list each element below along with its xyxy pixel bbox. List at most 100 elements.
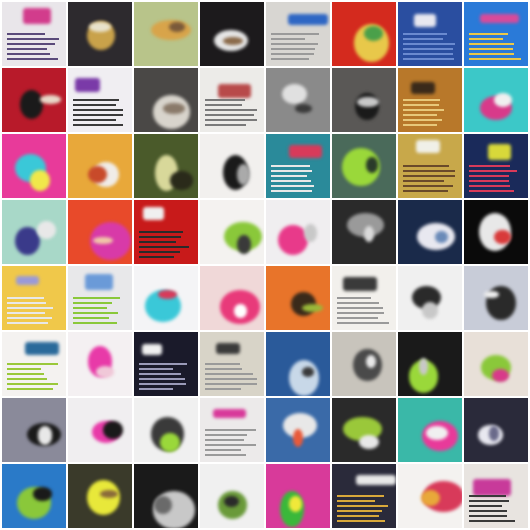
text-line [7,306,54,309]
text-line [337,520,385,523]
text-line [139,235,181,238]
text-line [337,510,383,513]
text-line [73,98,120,101]
image-tile [332,2,396,66]
image-tile [464,2,528,66]
text-line [7,301,46,304]
image-tile [398,134,462,198]
text-line [139,383,187,386]
text-line [73,301,113,304]
text-line [403,169,455,172]
image-tile [68,68,132,132]
object-highlight [37,426,53,445]
text-line [7,48,48,51]
text-line [205,367,243,370]
object-highlight [295,104,312,114]
text-line [271,53,315,56]
text-line [205,119,257,122]
text-line [205,108,257,111]
image-tile [332,134,396,198]
text-line [337,322,389,325]
text-line [7,42,55,45]
image-tile [2,68,66,132]
image-tile [134,266,198,330]
text-line [205,378,257,381]
text-line [469,164,511,167]
object-highlight [39,95,62,104]
color-block [143,207,165,220]
image-tile [464,134,528,198]
text-line [469,32,508,35]
text-line [403,185,453,188]
text-line [403,180,444,183]
text-line [337,301,380,304]
color-block [215,343,241,354]
color-block [416,140,440,153]
text-line [139,240,177,243]
text-line [139,388,173,391]
image-tile [200,200,264,264]
image-tile [134,398,198,462]
text-line [7,37,60,40]
color-block [288,14,328,26]
text-line [469,42,514,45]
color-block [213,408,246,418]
text-line [7,367,42,370]
text-line [469,499,509,502]
object-highlight [289,495,303,512]
object-shape [282,83,307,104]
image-tile [2,2,66,66]
object-highlight [36,220,57,239]
text-line [7,362,58,365]
text-line [469,190,515,193]
text-line [205,103,242,106]
object-highlight [89,21,111,33]
text-line [205,449,241,452]
image-tile [332,68,396,132]
image-tile [332,266,396,330]
text-line [205,372,254,375]
object-highlight [357,96,379,108]
object-highlight [422,302,438,319]
image-tile [398,398,462,462]
image-tile [134,464,198,528]
text-line [403,48,454,51]
text-line [7,296,45,299]
text-line [403,37,444,40]
text-line [271,164,311,167]
text-line [7,58,58,61]
image-tile [2,398,66,462]
object-highlight [93,236,114,245]
object-shape [15,226,40,255]
color-block [473,479,512,497]
image-tile [200,2,264,66]
text-line [337,306,383,309]
text-line [403,103,439,106]
text-line [469,37,503,40]
color-block [141,343,163,356]
image-tile [68,266,132,330]
color-block [410,81,435,94]
object-highlight [484,290,499,299]
image-tile [332,398,396,462]
object-highlight [223,495,240,507]
object-highlight [488,426,499,441]
color-block [22,8,52,25]
text-line [139,362,187,365]
text-line [73,322,117,325]
text-line [403,190,448,193]
object-highlight [365,355,376,369]
text-line [403,124,438,127]
text-line [205,444,256,447]
image-tile [398,464,462,528]
text-line [73,306,108,309]
object-highlight [100,490,119,498]
object-highlight [302,366,314,377]
text-line [271,190,312,193]
image-tile [464,266,528,330]
image-tile [200,398,264,462]
color-block [24,342,59,356]
image-tile [2,134,66,198]
object-shape [19,89,44,119]
text-line [271,169,312,172]
